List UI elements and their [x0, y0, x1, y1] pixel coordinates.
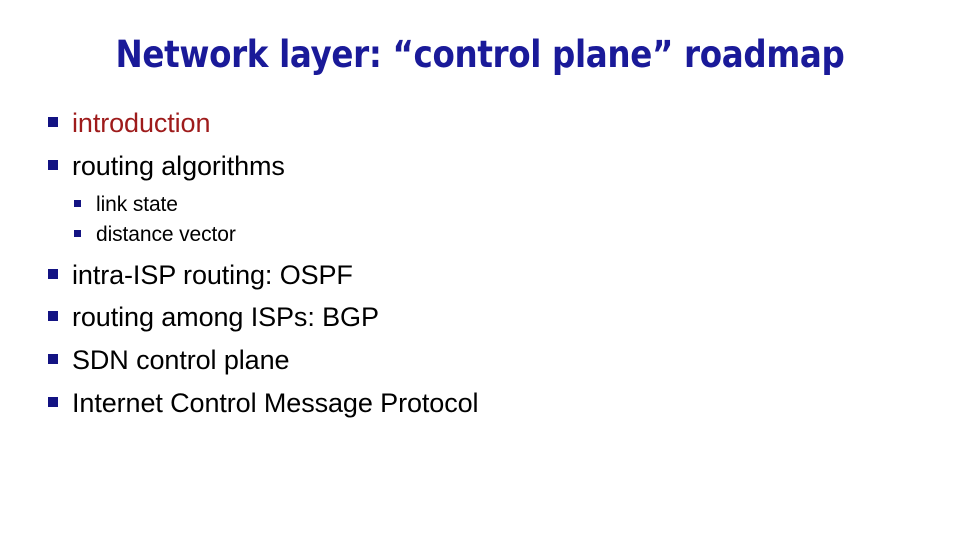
list-item-label: intra-ISP routing: OSPF	[72, 259, 353, 290]
square-bullet-icon	[48, 298, 72, 322]
list-item[interactable]: distance vector	[48, 220, 568, 250]
list-item[interactable]: SDN control plane	[48, 341, 568, 381]
list-item[interactable]: link state	[48, 190, 568, 220]
page-title: Network layer: “control plane” roadmap	[115, 33, 845, 76]
list-item[interactable]: intra-ISP routing: OSPF	[48, 256, 568, 296]
square-bullet-icon	[48, 384, 72, 408]
roadmap-bullet-list: introduction routing algorithms link sta…	[48, 104, 568, 427]
list-item-label: link state	[96, 192, 178, 216]
list-item-label: routing among ISPs: BGP	[72, 302, 379, 333]
square-bullet-icon	[74, 220, 96, 237]
list-item-label: Internet Control Message Protocol	[72, 388, 479, 419]
list-item-label: distance vector	[96, 222, 236, 246]
square-bullet-icon	[74, 190, 96, 207]
list-item[interactable]: routing among ISPs: BGP	[48, 298, 568, 338]
square-bullet-icon	[48, 104, 72, 127]
square-bullet-icon	[48, 256, 72, 279]
square-bullet-icon	[48, 341, 72, 365]
slide-canvas: Network layer: “control plane” roadmap i…	[0, 0, 960, 540]
list-item[interactable]: routing algorithms	[48, 147, 568, 187]
list-item[interactable]: introduction	[48, 104, 568, 144]
list-item[interactable]: Internet Control Message Protocol	[48, 384, 568, 424]
list-item-label: SDN control plane	[72, 345, 290, 376]
square-bullet-icon	[48, 147, 72, 170]
sub-bullet-group: link state distance vector	[48, 190, 568, 250]
list-item-label: introduction	[72, 108, 211, 138]
list-item-label: routing algorithms	[72, 150, 285, 181]
